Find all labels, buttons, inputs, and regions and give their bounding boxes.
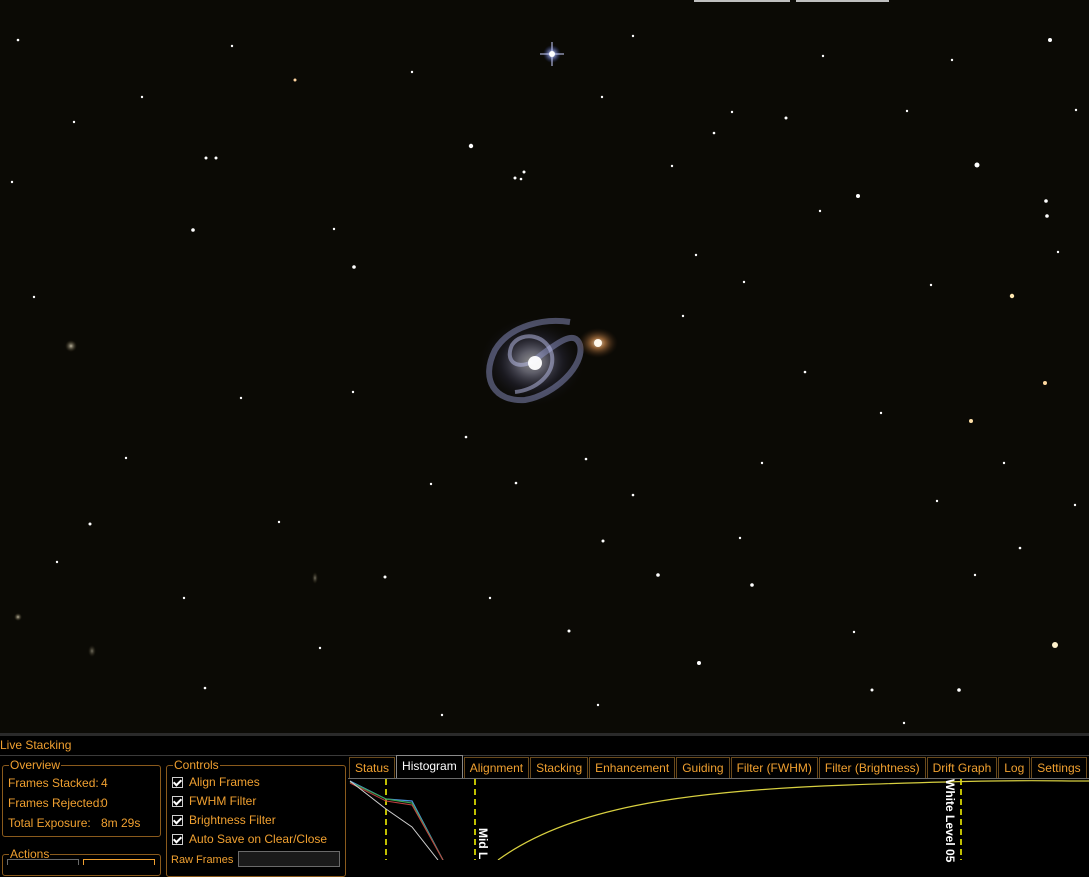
galaxy [480,317,618,406]
total-exposure-row: Total Exposure: 8m 29s [8,816,140,830]
histogram-graph [349,779,1089,860]
align-frames-label: Align Frames [189,775,260,789]
frames-stacked-label: Frames Stacked: [8,776,99,790]
tab-log[interactable]: Log [998,757,1031,778]
panel-title: Live Stacking [0,738,72,752]
tab-histogram[interactable]: Histogram [396,755,463,778]
action-button[interactable] [83,859,155,865]
brightness-filter-checkbox[interactable]: Brightness Filter [172,813,276,827]
actions-group: Actions [2,847,161,876]
frames-rejected-value: 0 [101,796,108,810]
tab-filter-brightness[interactable]: Filter (Brightness) [818,757,926,778]
auto-save-checkbox[interactable]: Auto Save on Clear/Close [172,832,327,846]
total-exposure-value: 8m 29s [101,816,141,830]
auto-save-label: Auto Save on Clear/Close [189,832,328,846]
fwhm-filter-checkbox[interactable]: FWHM Filter [172,794,256,808]
stacked-image-view[interactable] [0,0,1089,733]
tab-alignment[interactable]: Alignment [463,757,530,778]
tab-enhancement[interactable]: Enhancement [589,757,676,778]
tab-status[interactable]: Status [349,757,396,778]
raw-frames-label: Raw Frames [171,854,234,866]
tab-stacking[interactable]: Stacking [530,757,589,778]
frames-rejected-label: Frames Rejected: [8,796,103,810]
frames-stacked-row: Frames Stacked: 4 [8,776,108,790]
align-frames-checkbox[interactable]: Align Frames [172,775,260,789]
tab-filter-fwhm[interactable]: Filter (FWHM) [730,757,818,778]
checkbox-checked-icon[interactable] [172,833,183,845]
controls-group: Controls Align Frames FWHM Filter Bright… [166,758,346,877]
mid-level-label: Mid L [476,828,490,860]
tab-settings[interactable]: Settings [1031,757,1087,778]
tab-bar: Status Histogram Alignment Stacking Enha… [349,755,1088,778]
total-exposure-label: Total Exposure: [8,816,91,830]
white-level-label: White Level 05 [943,779,957,863]
checkbox-checked-icon[interactable] [172,776,183,788]
histogram-plot[interactable]: Mid L White Level 05 [348,778,1089,863]
tab-drift-graph[interactable]: Drift Graph [926,757,998,778]
bright-star [540,42,564,66]
checkbox-checked-icon[interactable] [172,795,183,807]
panel-separator [0,755,1089,756]
frames-stacked-value: 4 [101,776,108,790]
checkbox-checked-icon[interactable] [172,814,183,826]
luminance-line [349,780,439,860]
live-stacking-panel: Live Stacking Overview Frames Stacked: 4… [0,733,1089,877]
tab-guiding[interactable]: Guiding [676,757,730,778]
overview-group: Overview Frames Stacked: 4 Frames Reject… [2,758,161,837]
brightness-filter-label: Brightness Filter [189,813,276,827]
frames-rejected-row: Frames Rejected: 0 [8,796,108,810]
overview-legend: Overview [9,758,62,772]
stretch-curve [497,780,1089,860]
raw-frames-dropdown[interactable] [238,851,340,867]
fwhm-filter-label: FWHM Filter [189,794,257,808]
star-field [10,34,1078,725]
panel-divider [0,733,1089,736]
action-button[interactable] [7,859,79,865]
controls-legend: Controls [173,758,220,772]
